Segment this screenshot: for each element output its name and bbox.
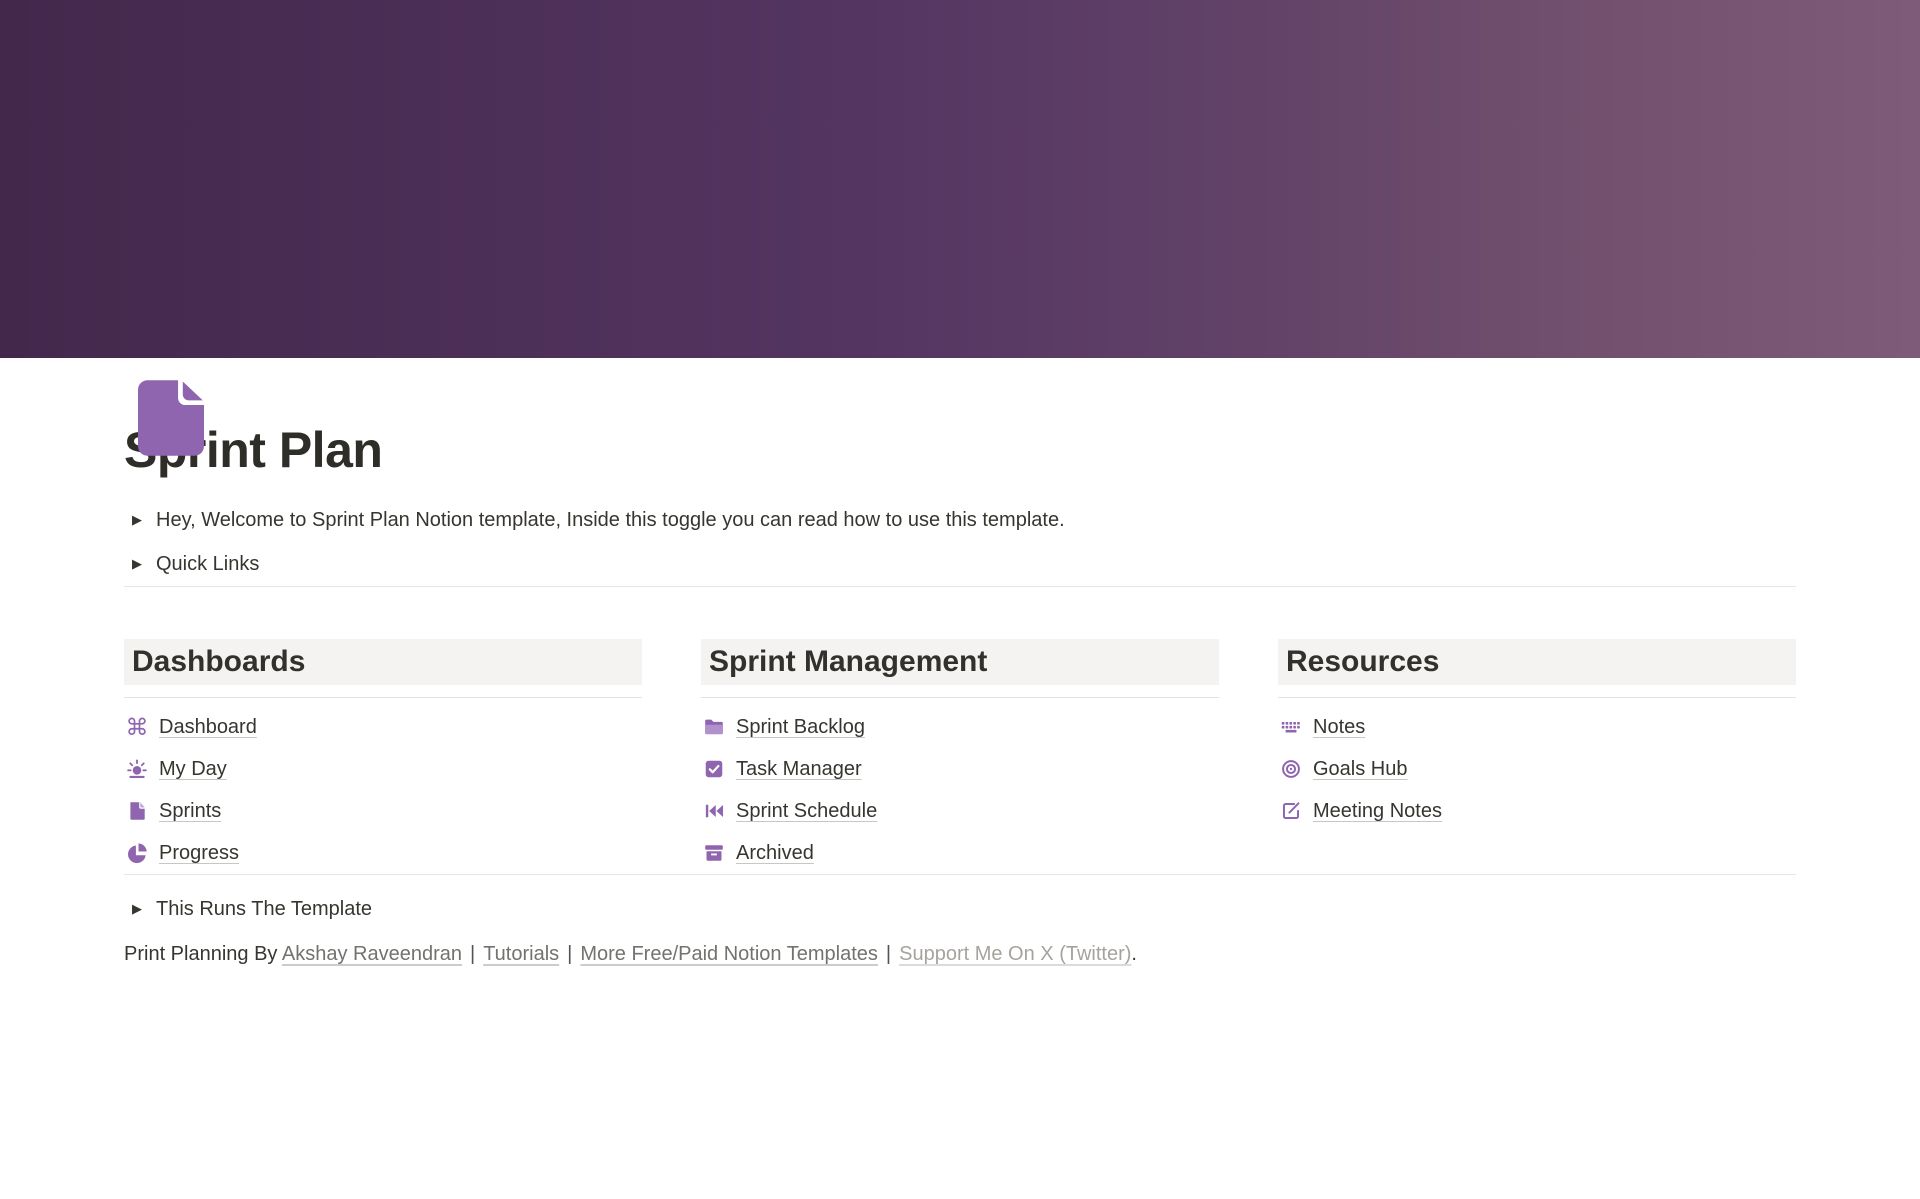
footer-suffix: . <box>1131 943 1137 965</box>
column-underline <box>124 697 642 698</box>
link-sprints[interactable]: Sprints <box>124 790 642 832</box>
target-icon <box>1280 758 1302 780</box>
document-icon <box>138 380 204 456</box>
footer-link-templates[interactable]: More Free/Paid Notion Templates <box>580 943 878 965</box>
link-sprint-backlog[interactable]: Sprint Backlog <box>701 706 1219 748</box>
link-notes[interactable]: Notes <box>1278 706 1796 748</box>
toggle-triangle-icon[interactable]: ▶ <box>124 901 150 917</box>
command-icon: ⌘ <box>126 716 148 738</box>
keyboard-icon <box>1280 716 1302 738</box>
footer-link-author[interactable]: Akshay Raveendran <box>282 943 462 965</box>
toggle-quick-links-label: Quick Links <box>156 551 259 577</box>
toggle-welcome[interactable]: ▶ Hey, Welcome to Sprint Plan Notion tem… <box>124 498 1796 542</box>
link-archived[interactable]: Archived <box>701 832 1219 874</box>
footer-separator: | <box>886 943 891 965</box>
footer-separator: | <box>470 943 475 965</box>
toggle-triangle-icon[interactable]: ▶ <box>124 556 150 572</box>
link-my-day[interactable]: My Day <box>124 748 642 790</box>
edit-icon <box>1280 800 1302 822</box>
column-underline <box>701 697 1219 698</box>
divider <box>124 586 1796 587</box>
toggle-quick-links[interactable]: ▶ Quick Links <box>124 542 1796 586</box>
page-title: Sprint Plan <box>124 420 1796 480</box>
divider <box>124 874 1796 875</box>
page-icon <box>126 800 148 822</box>
pie-chart-icon <box>126 842 148 864</box>
toggle-runs-template-label: This Runs The Template <box>156 896 372 922</box>
column-header: Resources <box>1278 639 1796 685</box>
column-resources: Resources Notes <box>1278 639 1796 874</box>
toggle-triangle-icon[interactable]: ▶ <box>124 512 150 528</box>
footer-prefix: Print Planning By <box>124 943 282 965</box>
footer-separator: | <box>567 943 572 965</box>
page-icon[interactable] <box>138 380 204 456</box>
rewind-icon <box>703 800 725 822</box>
column-header: Dashboards <box>124 639 642 685</box>
column-underline <box>1278 697 1796 698</box>
link-dashboard[interactable]: ⌘ Dashboard <box>124 706 642 748</box>
archive-icon <box>703 842 725 864</box>
column-header: Sprint Management <box>701 639 1219 685</box>
page-cover <box>0 0 1920 358</box>
sun-icon <box>126 758 148 780</box>
column-dashboards: Dashboards ⌘ Dashboard <box>124 639 642 874</box>
column-sprint-management: Sprint Management Sprint Backlog Task Ma… <box>701 639 1219 874</box>
toggle-welcome-label: Hey, Welcome to Sprint Plan Notion templ… <box>156 507 1065 533</box>
link-progress[interactable]: Progress <box>124 832 642 874</box>
folder-icon <box>703 716 725 738</box>
link-columns: Dashboards ⌘ Dashboard <box>124 639 1796 874</box>
link-goals-hub[interactable]: Goals Hub <box>1278 748 1796 790</box>
toggle-runs-template[interactable]: ▶ This Runs The Template <box>124 887 1796 931</box>
link-sprint-schedule[interactable]: Sprint Schedule <box>701 790 1219 832</box>
footer-credits: Print Planning By Akshay Raveendran | Tuto… <box>124 933 1796 976</box>
checkbox-icon <box>703 758 725 780</box>
footer-link-tutorials[interactable]: Tutorials <box>483 943 559 965</box>
footer-link-twitter[interactable]: Support Me On X (Twitter) <box>899 943 1131 965</box>
link-meeting-notes[interactable]: Meeting Notes <box>1278 790 1796 832</box>
page-content: Sprint Plan ▶ Hey, Welcome to Sprint Pla… <box>0 420 1920 976</box>
link-task-manager[interactable]: Task Manager <box>701 748 1219 790</box>
